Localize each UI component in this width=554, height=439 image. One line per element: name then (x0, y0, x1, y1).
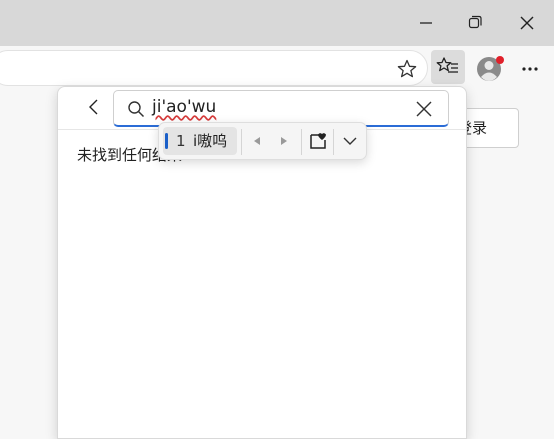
restore-button[interactable] (451, 0, 499, 46)
ime-selection-indicator (165, 133, 168, 149)
address-bar[interactable] (0, 50, 428, 86)
favorites-list-icon (436, 57, 458, 73)
search-query-text: ji'ao'wu (152, 97, 217, 117)
add-favorite-button[interactable] (396, 58, 418, 84)
emoji-heart-icon (310, 133, 326, 149)
ime-next-button[interactable] (276, 131, 292, 155)
ime-prev-button[interactable] (249, 131, 265, 155)
triangle-right-icon (281, 137, 287, 145)
star-icon (397, 59, 417, 78)
ime-emoji-button[interactable] (307, 130, 329, 156)
close-icon (520, 16, 534, 30)
restore-icon (468, 15, 482, 29)
ime-expand-button[interactable] (341, 132, 359, 154)
ime-divider (333, 129, 334, 155)
title-bar (0, 0, 554, 46)
search-icon (128, 101, 145, 118)
back-button[interactable] (82, 95, 106, 119)
more-icon (522, 67, 538, 71)
ime-candidate-index: 1 (176, 132, 186, 150)
profile-button[interactable] (476, 54, 506, 88)
ime-candidate-1[interactable]: 1 i嗷呜 (163, 127, 237, 155)
favorites-search-input[interactable]: ji'ao'wu (152, 96, 402, 118)
triangle-left-icon (254, 137, 260, 145)
favorites-hub-button[interactable] (431, 50, 465, 84)
chevron-down-icon (343, 137, 357, 145)
ime-divider (241, 129, 242, 155)
ime-candidate-text: i嗷呜 (193, 132, 228, 150)
more-button[interactable] (518, 58, 542, 84)
minimize-icon (420, 22, 432, 24)
close-button[interactable] (502, 0, 550, 46)
chevron-left-icon (89, 99, 98, 115)
avatar-icon (477, 56, 504, 81)
clear-search-button[interactable] (413, 98, 435, 120)
ime-candidate-window: 1 i嗷呜 (158, 122, 367, 160)
close-icon (416, 101, 432, 117)
ime-divider (301, 129, 302, 155)
minimize-button[interactable] (402, 0, 450, 46)
notification-badge (496, 56, 504, 64)
